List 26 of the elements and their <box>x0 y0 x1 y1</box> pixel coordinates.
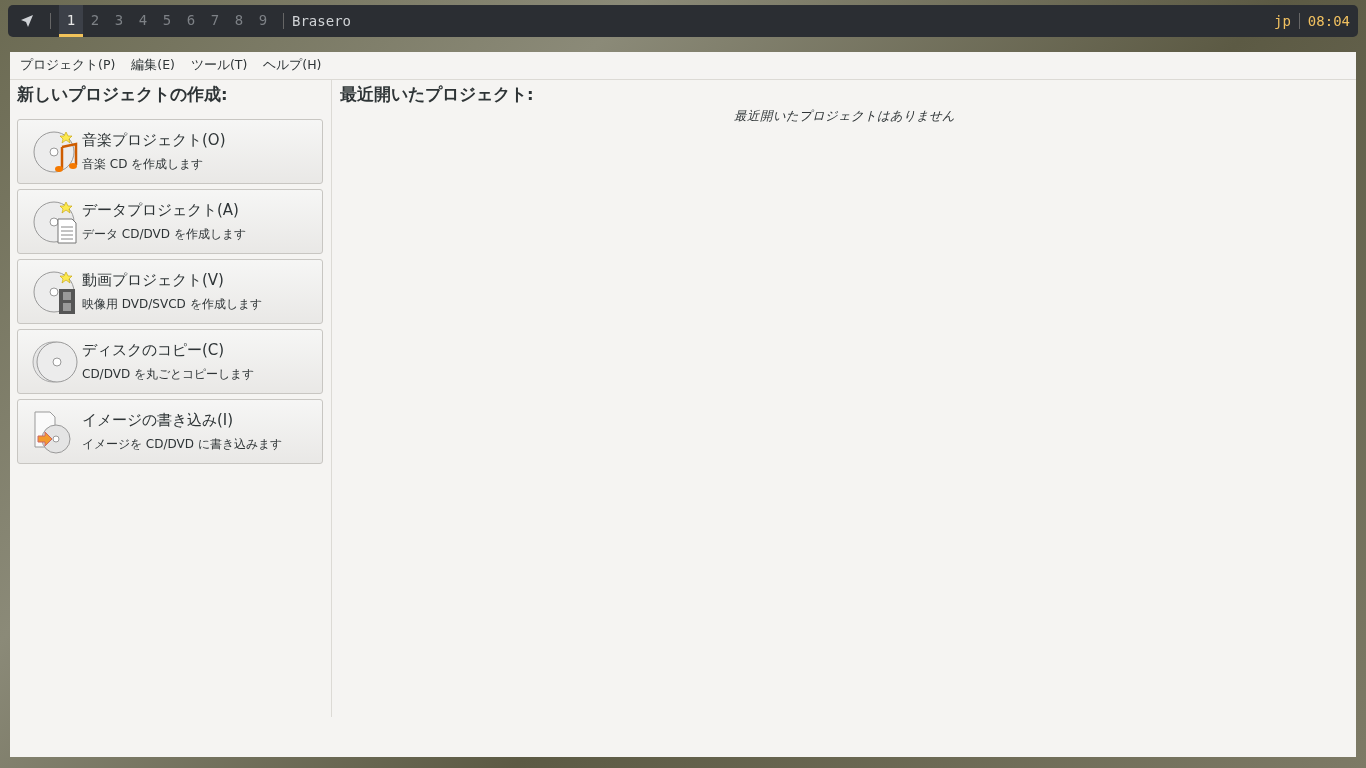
workspace-button[interactable]: 8 <box>227 5 251 37</box>
workspace-button[interactable]: 3 <box>107 5 131 37</box>
project-button[interactable]: 動画プロジェクト(V) 映像用 DVD/SVCD を作成します <box>17 259 323 324</box>
section-heading: 新しいプロジェクトの作成: <box>17 84 229 106</box>
disc-icon <box>32 128 78 175</box>
menu-item[interactable]: ツール(T) <box>182 57 256 74</box>
workspace-button[interactable]: 5 <box>155 5 179 37</box>
project-button[interactable]: データプロジェクト(A) データ CD/DVD を作成します <box>17 189 323 254</box>
keyboard-layout[interactable]: jp <box>1274 13 1291 29</box>
workspace-button[interactable]: 6 <box>179 5 203 37</box>
menu-item[interactable]: ヘルプ(H) <box>255 57 330 74</box>
project-button[interactable]: 音楽プロジェクト(O) 音楽 CD を作成します <box>17 119 323 184</box>
window-title: Brasero <box>292 13 351 29</box>
project-button[interactable]: イメージの書き込み(I) イメージを CD/DVD に書き込みます <box>17 399 323 464</box>
empty-message: 最近開いたプロジェクトはありません <box>732 108 956 125</box>
menu-item[interactable]: 編集(E) <box>123 57 183 74</box>
workspace-button[interactable]: 1 <box>59 5 83 37</box>
clock: 08:04 <box>1307 13 1350 29</box>
section-heading: 最近開いたプロジェクト: <box>340 84 535 106</box>
paper-plane-icon[interactable] <box>20 14 34 28</box>
menu-item[interactable]: プロジェクト(P) <box>12 57 124 74</box>
disc-icon <box>32 338 78 385</box>
project-button[interactable]: ディスクのコピー(C) CD/DVD を丸ごとコピーします <box>17 329 323 394</box>
disc-icon <box>32 268 78 315</box>
disc-icon <box>32 198 78 245</box>
workspace-button[interactable]: 2 <box>83 5 107 37</box>
